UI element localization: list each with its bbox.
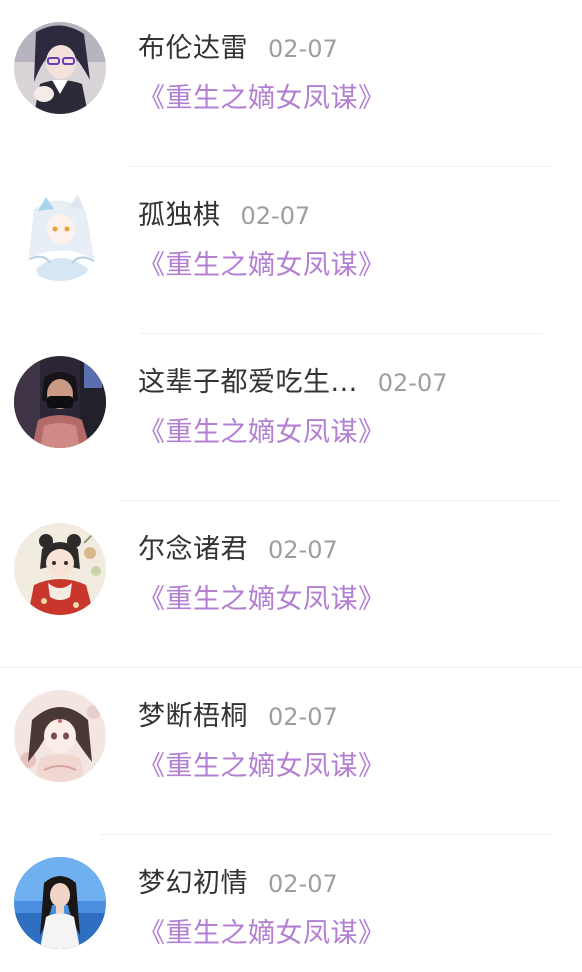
comment-list: 布伦达雷 02-07 《重生之嫡女凤谋》 孤独棋 02-07 《重生之嫡女凤谋》…: [0, 0, 582, 972]
avatar[interactable]: [14, 189, 106, 281]
masked-person-avatar: [14, 356, 106, 448]
red-dress-girl-avatar: [14, 523, 106, 615]
username[interactable]: 梦断梧桐: [138, 694, 248, 733]
name-line: 这辈子都爱吃生... 02-07: [138, 360, 448, 400]
book-title-link[interactable]: 《重生之嫡女凤谋》: [138, 577, 386, 616]
anime-girl-dark-hair-avatar: [14, 22, 106, 114]
username[interactable]: 布伦达雷: [138, 26, 248, 65]
list-item[interactable]: 梦断梧桐 02-07 《重生之嫡女凤谋》: [0, 668, 582, 835]
list-item[interactable]: 这辈子都爱吃生... 02-07 《重生之嫡女凤谋》: [0, 334, 582, 501]
list-item[interactable]: 孤独棋 02-07 《重生之嫡女凤谋》: [0, 167, 582, 334]
anime-girl-pink-avatar: [14, 690, 106, 782]
name-line: 孤独棋 02-07: [138, 193, 310, 233]
name-line: 梦断梧桐 02-07: [138, 694, 338, 734]
book-title-link[interactable]: 《重生之嫡女凤谋》: [138, 243, 386, 282]
username[interactable]: 这辈子都爱吃生...: [138, 360, 358, 399]
list-item[interactable]: 梦幻初情 02-07 《重生之嫡女凤谋》: [0, 835, 582, 972]
name-line: 布伦达雷 02-07: [138, 26, 338, 66]
comment-date: 02-07: [268, 703, 338, 731]
anime-white-hair-avatar: [14, 189, 106, 281]
comment-date: 02-07: [268, 870, 338, 898]
avatar[interactable]: [14, 857, 106, 949]
username[interactable]: 梦幻初情: [138, 861, 248, 900]
comment-date: 02-07: [268, 536, 338, 564]
book-title-link[interactable]: 《重生之嫡女凤谋》: [138, 76, 386, 115]
list-item[interactable]: 布伦达雷 02-07 《重生之嫡女凤谋》: [0, 0, 582, 167]
name-line: 尔念诸君 02-07: [138, 527, 338, 567]
avatar[interactable]: [14, 690, 106, 782]
comment-date: 02-07: [240, 202, 311, 230]
comment-date: 02-07: [377, 369, 448, 397]
book-title-link[interactable]: 《重生之嫡女凤谋》: [138, 410, 386, 449]
list-item[interactable]: 尔念诸君 02-07 《重生之嫡女凤谋》: [0, 501, 582, 668]
girl-photo-blue-sky-avatar: [14, 857, 106, 949]
name-line: 梦幻初情 02-07: [138, 861, 338, 901]
avatar[interactable]: [14, 22, 106, 114]
book-title-link[interactable]: 《重生之嫡女凤谋》: [138, 911, 386, 950]
book-title-link[interactable]: 《重生之嫡女凤谋》: [138, 744, 386, 783]
avatar[interactable]: [14, 356, 106, 448]
avatar[interactable]: [14, 523, 106, 615]
username[interactable]: 尔念诸君: [138, 527, 248, 566]
username[interactable]: 孤独棋: [138, 193, 221, 232]
comment-date: 02-07: [268, 35, 338, 63]
